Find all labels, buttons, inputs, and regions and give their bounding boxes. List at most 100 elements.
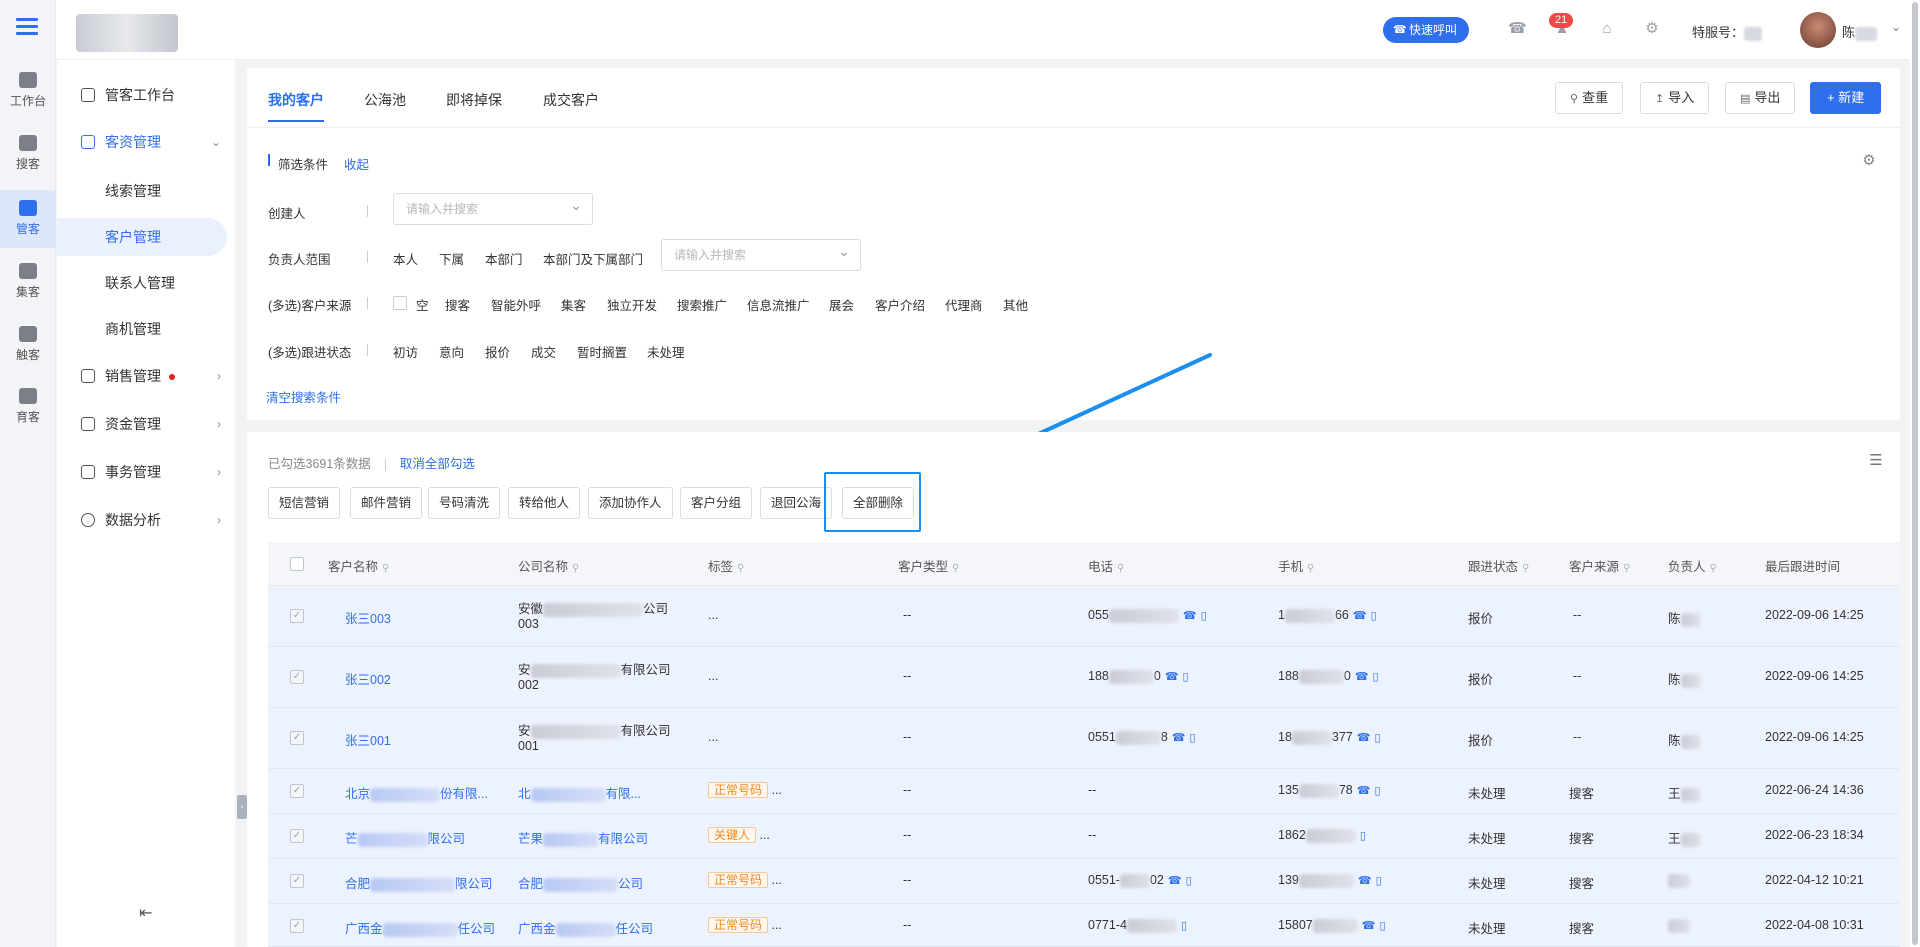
column-header[interactable]: 客户类型 ⚲ (898, 556, 959, 575)
column-header[interactable]: 客户来源 ⚲ (1569, 556, 1630, 575)
import-button[interactable]: ↥ 导入 (1640, 82, 1710, 114)
quick-call-button[interactable]: 快速呼叫 (1383, 17, 1470, 43)
nav-affairs[interactable]: 事务管理 › (57, 452, 235, 492)
page-scrollbar[interactable] (1910, 0, 1920, 947)
avatar[interactable] (1800, 12, 1836, 48)
row-checkbox[interactable]: ✓ (290, 829, 304, 843)
email-marketing-button[interactable]: 邮件营销 (350, 487, 423, 519)
row-checkbox[interactable]: ✓ (290, 874, 304, 888)
nav-sales[interactable]: 销售管理 › (57, 356, 235, 396)
source-checkbox[interactable] (393, 296, 407, 310)
table-row[interactable]: ✓ 广西金 任公司 广西金 任公司 正常号码 ... -- 0771-4 ▯ 1580… (268, 904, 1900, 947)
owner-option[interactable]: 本部门及下属部门 (543, 249, 643, 268)
company-name[interactable]: 广西金 任公司 (518, 918, 653, 937)
nav-opportunities[interactable]: 商机管理 (57, 310, 227, 348)
column-header[interactable]: 负责人 ⚲ (1668, 556, 1717, 575)
source-option[interactable]: 代理商 (945, 295, 983, 314)
customer-name[interactable]: 广西金 任公司 (345, 918, 495, 937)
nav-analytics[interactable]: 数据分析 › (57, 500, 235, 540)
tab-expiring[interactable]: 即将掉保 (446, 90, 502, 110)
phone-icon[interactable]: ☎ (1353, 610, 1367, 622)
column-header[interactable]: 公司名称 ⚲ (518, 556, 579, 575)
mobile-icon[interactable]: ▯ (1181, 920, 1187, 932)
nav-funds[interactable]: 资金管理 › (57, 404, 235, 444)
status-option[interactable]: 报价 (485, 342, 510, 361)
creator-select[interactable]: 请输入并搜索 (393, 190, 593, 225)
mobile-icon[interactable]: ▯ (1183, 671, 1189, 683)
phone-icon[interactable]: ☎ (1355, 671, 1369, 683)
rail-gather-customer[interactable]: 集客 (0, 253, 56, 311)
rail-nurture-customer[interactable]: 育客 (0, 378, 56, 436)
rail-manage-customer[interactable]: 管客 (0, 190, 56, 248)
mobile-icon[interactable]: ▯ (1371, 610, 1377, 622)
table-row[interactable]: ✓ 芒限公司 芒果 有限公司 关键人 ... -- -- 1862 ▯ 未处理 搜客… (268, 814, 1900, 859)
phone-icon[interactable]: ☎ (1165, 671, 1179, 683)
source-option[interactable]: 客户介绍 (875, 295, 925, 314)
phone-icon[interactable]: ☎ (1357, 785, 1371, 797)
gear-icon[interactable]: ⚙ (1643, 20, 1661, 38)
source-option[interactable]: 独立开发 (607, 295, 657, 314)
rail-workbench[interactable]: 工作台 (0, 62, 56, 120)
company-name[interactable]: 北有限... (518, 783, 641, 802)
clear-filters-link[interactable]: 清空搜索条件 (266, 387, 341, 406)
sms-marketing-button[interactable]: 短信营销 (268, 487, 341, 519)
owner-option[interactable]: 本人 (393, 249, 418, 268)
table-row[interactable]: ✓ 张三003 安徽 公司 003 ... -- 055 ☎ ▯ 1 66 ☎ ▯ 报价 -… (268, 586, 1900, 647)
status-option[interactable]: 初访 (393, 342, 418, 361)
chevron-down-icon[interactable]: ⌄ (1891, 20, 1901, 34)
column-header[interactable]: 跟进状态 ⚲ (1468, 556, 1529, 575)
new-button[interactable]: + 新建 (1810, 82, 1882, 114)
row-checkbox[interactable]: ✓ (290, 731, 304, 745)
mobile-icon[interactable]: ▯ (1379, 920, 1385, 932)
cancel-selection-link[interactable]: 取消全部勾选 (400, 457, 475, 471)
transfer-button[interactable]: 转给他人 (508, 487, 581, 519)
customer-name[interactable]: 合肥 限公司 (345, 873, 493, 892)
source-option[interactable]: 信息流推广 (747, 295, 810, 314)
home-icon[interactable]: ⌂ (1598, 20, 1616, 38)
tab-public-pool[interactable]: 公海池 (364, 90, 406, 110)
phone-icon[interactable]: ☎ (1183, 610, 1197, 622)
company-name[interactable]: 芒果 有限公司 (518, 828, 648, 847)
collapse-link[interactable]: 收起 (344, 154, 369, 173)
mobile-icon[interactable]: ▯ (1374, 785, 1380, 797)
rail-search-customer[interactable]: 搜客 (0, 125, 56, 183)
owner-select[interactable]: 请输入并搜索 (661, 236, 861, 271)
select-all-checkbox[interactable] (290, 557, 304, 571)
owner-option[interactable]: 下属 (439, 249, 464, 268)
phone-icon[interactable]: ☎ (1362, 920, 1376, 932)
customer-name[interactable]: 芒限公司 (345, 828, 465, 847)
status-option[interactable]: 成交 (531, 342, 556, 361)
column-header[interactable]: 电话 ⚲ (1088, 556, 1124, 575)
sidebar-toggle[interactable]: › (237, 795, 247, 819)
nav-customer-mgmt[interactable]: 客资管理 ⌄ (57, 122, 235, 162)
column-header[interactable]: 客户名称 ⚲ (328, 556, 389, 575)
status-option[interactable]: 意向 (439, 342, 464, 361)
table-row[interactable]: ✓ 北京 份有限... 北有限... 正常号码 ... -- -- 135 78 ☎ ▯… (268, 769, 1900, 814)
mobile-icon[interactable]: ▯ (1186, 875, 1192, 887)
source-option[interactable]: 智能外呼 (491, 295, 541, 314)
scrollbar-thumb[interactable] (1912, 2, 1918, 945)
source-option[interactable]: 搜索推广 (677, 295, 727, 314)
status-option[interactable]: 暂时搁置 (577, 342, 627, 361)
table-row[interactable]: ✓ 张三001 安有限公司 001 ... -- 0551 8 ☎ ▯ 18 377 ☎ ▯… (268, 708, 1900, 769)
company-name[interactable]: 合肥 公司 (518, 873, 643, 892)
source-option[interactable]: 展会 (829, 295, 854, 314)
nav-customers[interactable]: 客户管理 (57, 218, 227, 256)
owner-option[interactable]: 本部门 (485, 249, 523, 268)
phone-icon[interactable]: ☎ (1168, 875, 1182, 887)
phone-icon[interactable]: ☎ (1358, 875, 1372, 887)
phone-icon[interactable]: ☎ (1357, 732, 1371, 744)
user-name[interactable]: 陈 (1842, 22, 1878, 41)
customer-name[interactable]: 张三002 (345, 669, 391, 688)
mobile-icon[interactable]: ▯ (1374, 732, 1380, 744)
table-row[interactable]: ✓ 合肥 限公司 合肥 公司 正常号码 ... -- 0551- 02 ☎ ▯ 139 ☎ ▯… (268, 859, 1900, 904)
headset-icon[interactable]: ☎ (1508, 20, 1527, 38)
row-checkbox[interactable]: ✓ (290, 609, 304, 623)
nav-workbench[interactable]: 管客工作台 (57, 75, 235, 115)
phone-icon[interactable]: ☎ (1172, 732, 1186, 744)
status-option[interactable]: 未处理 (647, 342, 685, 361)
tab-closed-deals[interactable]: 成交客户 (543, 90, 599, 110)
return-pool-button[interactable]: 退回公海 (760, 487, 833, 519)
customer-group-button[interactable]: 客户分组 (680, 487, 753, 519)
customer-name[interactable]: 张三003 (345, 608, 391, 627)
